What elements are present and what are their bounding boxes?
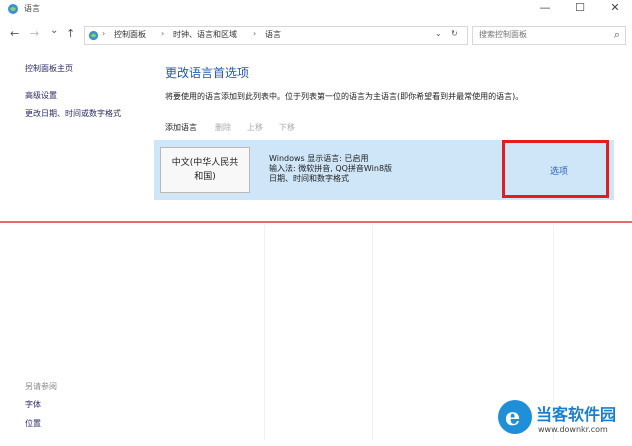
- nav-control-panel-home[interactable]: 控制面板主页: [25, 63, 73, 74]
- watermark-name: 当客软件园: [536, 405, 617, 424]
- remove-language-button[interactable]: 删除: [215, 122, 231, 133]
- divider: [264, 225, 265, 440]
- breadcrumb-language[interactable]: 语言: [265, 29, 281, 40]
- search-input[interactable]: [479, 27, 599, 42]
- highlight-box: [502, 140, 609, 198]
- site-watermark: e 当客软件园 www.downkr.com: [492, 398, 632, 446]
- language-name-button[interactable]: 中文(中华人民共 和国): [160, 147, 250, 193]
- breadcrumb-separator: ›: [161, 29, 165, 38]
- maximize-button[interactable]: ☐: [563, 0, 597, 18]
- nav-change-date-time-format[interactable]: 更改日期、时间或数字格式: [25, 108, 121, 119]
- divider-line: [0, 221, 632, 223]
- watermark-url: www.downkr.com: [538, 425, 608, 434]
- page-title: 更改语言首选项: [165, 66, 250, 80]
- move-up-button[interactable]: 上移: [247, 122, 263, 133]
- close-button[interactable]: ✕: [598, 0, 632, 18]
- minimize-button[interactable]: —: [528, 0, 562, 18]
- nav-advanced-settings[interactable]: 高级设置: [25, 90, 57, 101]
- display-language-status: Windows 显示语言: 已启用: [269, 154, 369, 163]
- nav-font[interactable]: 字体: [25, 399, 41, 410]
- control-panel-icon: [8, 4, 18, 14]
- control-panel-icon: [88, 30, 99, 41]
- language-name-line: 和国): [194, 172, 216, 182]
- back-button[interactable]: ←: [10, 27, 19, 40]
- address-path-box[interactable]: › 控制面板 › 时钟、语言和区域 › 语言 ⌄ ↻: [84, 26, 468, 45]
- page-description: 将要使用的语言添加到此列表中。位于列表第一位的语言为主语言(即你希望看到并最常使…: [165, 92, 524, 101]
- language-info: Windows 显示语言: 已启用 输入法: 微软拼音, QQ拼音Win8版 日…: [269, 154, 392, 184]
- search-icon[interactable]: ⌕: [614, 28, 620, 42]
- address-dropdown-icon[interactable]: ⌄: [435, 29, 442, 38]
- language-name-line: 中文(中华人民共: [171, 158, 239, 168]
- title-bar: 语言 — ☐ ✕: [0, 0, 632, 18]
- breadcrumb-clock-language-region[interactable]: 时钟、语言和区域: [173, 29, 237, 40]
- date-format-info: 日期、时间和数字格式: [269, 174, 349, 183]
- breadcrumb-separator: ›: [102, 29, 106, 38]
- nav-location[interactable]: 位置: [25, 418, 41, 429]
- address-bar: ← → ⌄ ↑ › 控制面板 › 时钟、语言和区域 › 语言 ⌄ ↻ ⌕: [0, 24, 632, 46]
- see-also-label: 另请参阅: [25, 382, 57, 391]
- move-down-button[interactable]: 下移: [279, 122, 295, 133]
- forward-button[interactable]: →: [30, 27, 39, 40]
- refresh-icon[interactable]: ↻: [451, 29, 458, 38]
- watermark-logo-letter: e: [505, 402, 521, 431]
- up-button[interactable]: ↑: [66, 27, 75, 40]
- window-title: 语言: [24, 4, 40, 13]
- input-method-info: 输入法: 微软拼音, QQ拼音Win8版: [269, 164, 393, 173]
- add-language-button[interactable]: 添加语言: [165, 122, 197, 133]
- breadcrumb-separator: ›: [253, 29, 257, 38]
- search-box: ⌕: [472, 26, 626, 45]
- recent-pages-chevron-icon[interactable]: ⌄: [50, 25, 58, 36]
- breadcrumb-control-panel[interactable]: 控制面板: [114, 29, 146, 40]
- divider: [372, 225, 373, 440]
